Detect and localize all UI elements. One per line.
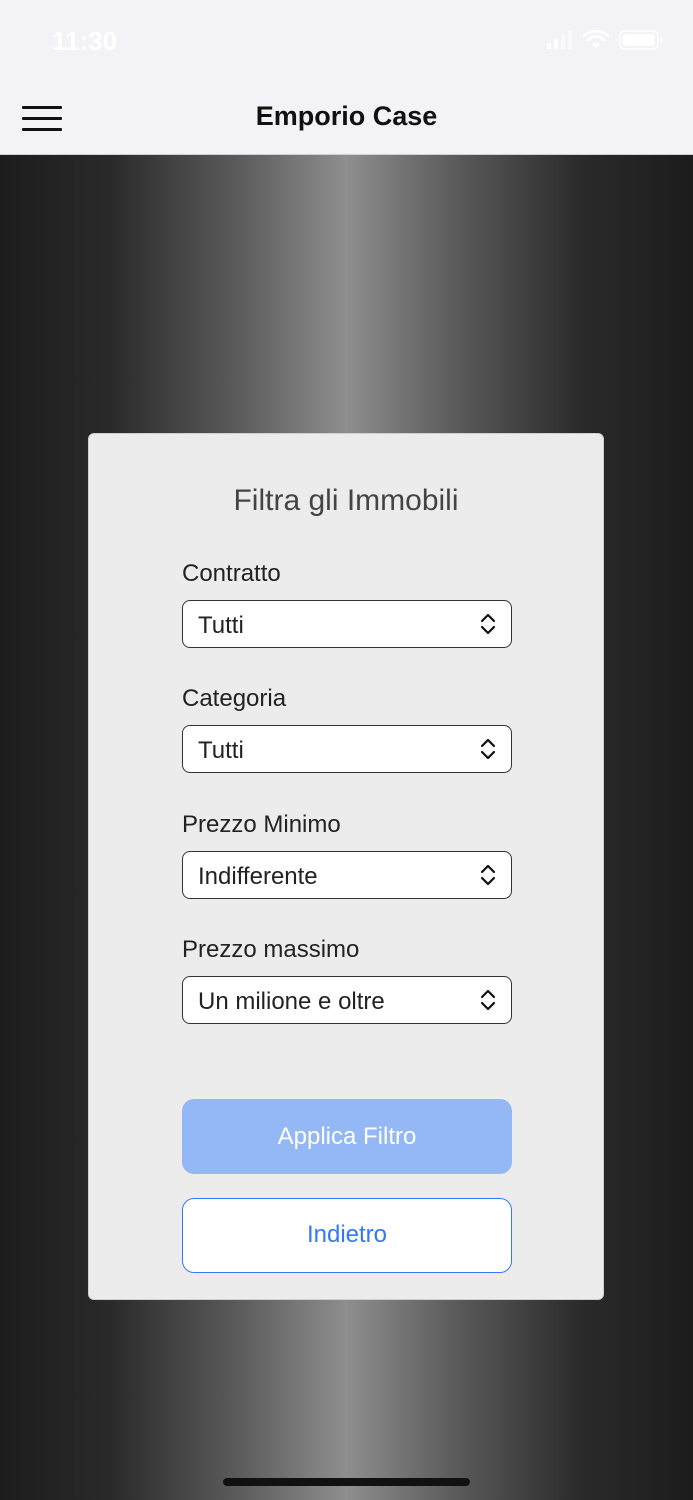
chevron-up-down-icon (477, 988, 499, 1012)
chevron-up-down-icon (477, 737, 499, 761)
navigation-bar: Emporio Case (0, 84, 693, 154)
status-bar: 11:30 (0, 0, 693, 84)
chevron-up-down-icon (477, 612, 499, 636)
max-price-label: Prezzo massimo (182, 936, 360, 963)
wifi-icon (582, 29, 610, 55)
filter-title: Filtra gli Immobili (233, 484, 459, 517)
apply-filter-button[interactable]: Applica Filtro (182, 1099, 512, 1174)
status-time: 11:30 (52, 26, 118, 56)
status-icons (547, 29, 663, 55)
contract-label: Contratto (182, 560, 281, 587)
back-button[interactable]: Indietro (182, 1198, 512, 1273)
signal-icon (547, 31, 573, 54)
min-price-select[interactable]: Indifferente (182, 851, 512, 899)
min-price-label: Prezzo Minimo (182, 811, 341, 838)
home-indicator[interactable] (223, 1478, 470, 1486)
min-price-select-value: Indifferente (198, 863, 318, 890)
chevron-up-down-icon (477, 863, 499, 887)
max-price-select[interactable]: Un milione e oltre (182, 976, 512, 1024)
contract-select-value: Tutti (198, 612, 244, 639)
battery-icon (619, 30, 663, 55)
max-price-select-value: Un milione e oltre (198, 988, 385, 1015)
category-select-value: Tutti (198, 737, 244, 764)
filter-card: Filtra gli Immobili Contratto Tutti Cate… (88, 433, 604, 1300)
category-label: Categoria (182, 685, 287, 712)
contract-select[interactable]: Tutti (182, 600, 512, 648)
app-title: Emporio Case (255, 101, 438, 131)
category-select[interactable]: Tutti (182, 725, 512, 773)
top-bar: 11:30 Emporio Case (0, 0, 693, 155)
